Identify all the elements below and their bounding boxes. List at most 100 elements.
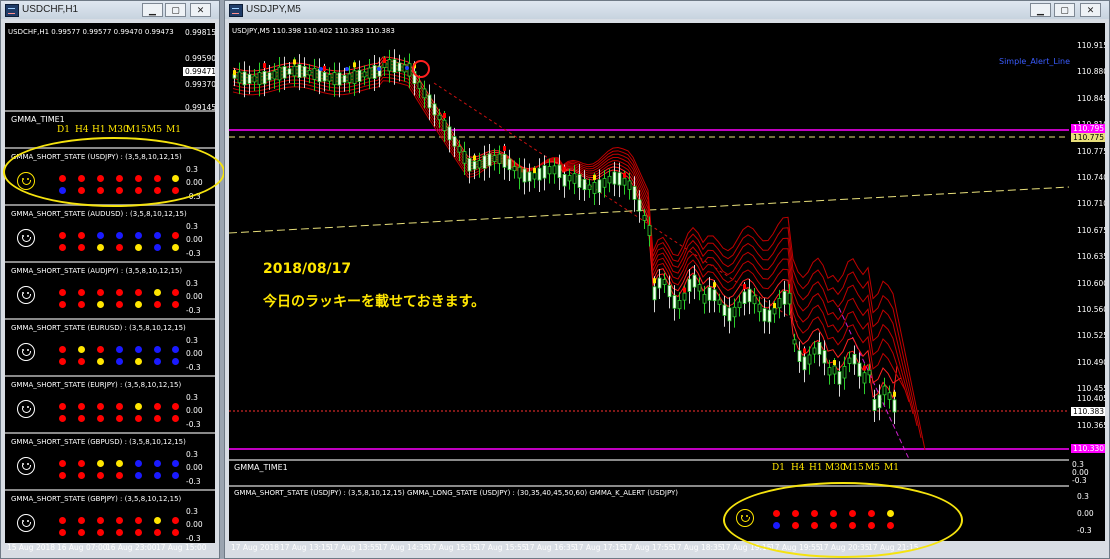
candle-body xyxy=(357,69,362,82)
candle-body xyxy=(852,353,857,365)
candle-body xyxy=(722,304,727,316)
pane-separator[interactable] xyxy=(229,485,1069,487)
indicator-axis-label: 0.00 xyxy=(1077,509,1094,518)
candle-body xyxy=(622,177,627,186)
signal-dot xyxy=(377,67,381,71)
time-label: 16 Aug 07:00 xyxy=(57,543,108,552)
candle-body xyxy=(372,65,377,79)
usdjpy-price-chart[interactable] xyxy=(229,23,1105,459)
close-button[interactable]: ✕ xyxy=(1080,3,1101,17)
restore-button[interactable]: ▢ xyxy=(1054,3,1075,17)
indicator-axis-label: 0.3 xyxy=(1077,492,1089,501)
usdchf-chart-area[interactable]: USDCHF,H1 0.99577 0.99577 0.99470 0.9947… xyxy=(5,23,215,543)
state-dot xyxy=(135,289,142,296)
state-dot xyxy=(172,472,179,479)
usdjpy-window[interactable]: USDJPY,M5 ▁ ▢ ✕ USDJPY,M5 110.398 110.40… xyxy=(224,0,1110,559)
state-dot xyxy=(78,301,85,308)
pane-separator[interactable] xyxy=(5,110,215,112)
candle-body xyxy=(532,172,537,180)
indicator-axis-label: -0.3 xyxy=(186,306,201,315)
state-dot xyxy=(97,403,104,410)
candle-body xyxy=(437,114,442,121)
upper-yellow-price-box: 110.775 xyxy=(1071,133,1105,142)
state-dot xyxy=(97,232,104,239)
close-button[interactable]: ✕ xyxy=(190,3,211,17)
signal-bar xyxy=(323,65,326,71)
candle-body xyxy=(602,178,607,188)
state-dot xyxy=(135,529,142,536)
usdchf-window[interactable]: USDCHF,H1 ▁ ▢ ✕ USDCHF,H1 0.99577 0.9957… xyxy=(0,0,225,559)
candle-body xyxy=(452,136,457,147)
candle-body xyxy=(472,160,477,170)
candle-body xyxy=(682,292,687,301)
candle-body xyxy=(632,186,637,200)
usdchf-current-price: 0.99471 xyxy=(183,67,215,76)
candle-body xyxy=(667,284,672,298)
usdjpy-chart-area[interactable]: USDJPY,M5 110.398 110.402 110.383 110.38… xyxy=(229,23,1105,541)
usdjpy-chart-header: USDJPY,M5 110.398 110.402 110.383 110.38… xyxy=(232,27,395,35)
state-dot xyxy=(172,346,179,353)
candle-body xyxy=(647,225,652,236)
state-dot xyxy=(116,301,123,308)
gmma-state-title: GMMA_SHORT_STATE (EURUSD) : (3,5,8,10,12… xyxy=(11,324,186,332)
candle-body xyxy=(677,300,682,310)
candle-body xyxy=(567,175,572,182)
indicator-axis-label: 0.3 xyxy=(186,507,198,516)
indicator-axis-label: 0.00 xyxy=(186,520,203,529)
candle-body xyxy=(502,153,507,168)
usdjpy-titlebar[interactable]: USDJPY,M5 ▁ ▢ ✕ xyxy=(225,1,1109,19)
state-dot xyxy=(172,415,179,422)
price-label: 110.635 xyxy=(1077,252,1105,262)
indicator-axis-label: 0.3 xyxy=(186,336,198,345)
candle-body xyxy=(347,73,352,83)
gmma-time-title: GMMA_TIME1 xyxy=(234,463,288,472)
state-dot xyxy=(59,460,66,467)
gmma-line xyxy=(232,76,922,439)
time-label: 17 Aug 13:55 xyxy=(329,543,380,552)
candle-body xyxy=(662,279,667,285)
gmma-time-title: GMMA_TIME1 xyxy=(11,115,65,124)
candle-body xyxy=(712,289,717,302)
minimize-button[interactable]: ▁ xyxy=(142,3,163,17)
state-dot xyxy=(97,301,104,308)
usdchf-titlebar[interactable]: USDCHF,H1 ▁ ▢ ✕ xyxy=(1,1,219,19)
indicator-axis-label: -0.3 xyxy=(186,534,201,543)
annotation-date: 2018/08/17 xyxy=(263,261,352,277)
candle-body xyxy=(242,71,247,86)
state-dot xyxy=(116,472,123,479)
highlight-ellipse xyxy=(723,482,963,558)
candle-body xyxy=(362,71,367,78)
candle-body xyxy=(772,307,777,315)
signal-bar xyxy=(893,391,896,397)
time-label: 15 Aug 2018 xyxy=(7,543,56,552)
candle-body xyxy=(617,172,622,186)
candle-body xyxy=(887,392,892,400)
signal-bar xyxy=(563,166,566,172)
time-label: 17 Aug 17:55 xyxy=(623,543,674,552)
timeframe-label: M1 xyxy=(166,125,181,135)
time-label: 17 Aug 13:15 xyxy=(280,543,331,552)
state-dot xyxy=(172,517,179,524)
state-dot xyxy=(154,517,161,524)
candle-body xyxy=(522,168,527,183)
restore-button[interactable]: ▢ xyxy=(165,3,186,17)
alert-circle-marker xyxy=(412,60,430,78)
candle-body xyxy=(642,215,647,221)
state-dot xyxy=(135,472,142,479)
state-dot xyxy=(172,232,179,239)
state-dot xyxy=(172,358,179,365)
candle-body xyxy=(247,73,252,84)
state-dot xyxy=(116,232,123,239)
chart-window-icon xyxy=(229,4,243,17)
pane-separator[interactable] xyxy=(229,459,1069,461)
state-dot xyxy=(59,472,66,479)
timeframe-label: M5 xyxy=(147,125,162,135)
minimize-button[interactable]: ▁ xyxy=(1030,3,1051,17)
state-dot xyxy=(59,244,66,251)
candle-body xyxy=(782,290,787,305)
state-dot xyxy=(97,472,104,479)
candle-body xyxy=(287,68,292,75)
smiley-icon xyxy=(17,229,35,247)
timeframe-label: D1 xyxy=(57,125,70,135)
signal-bar xyxy=(713,282,716,288)
